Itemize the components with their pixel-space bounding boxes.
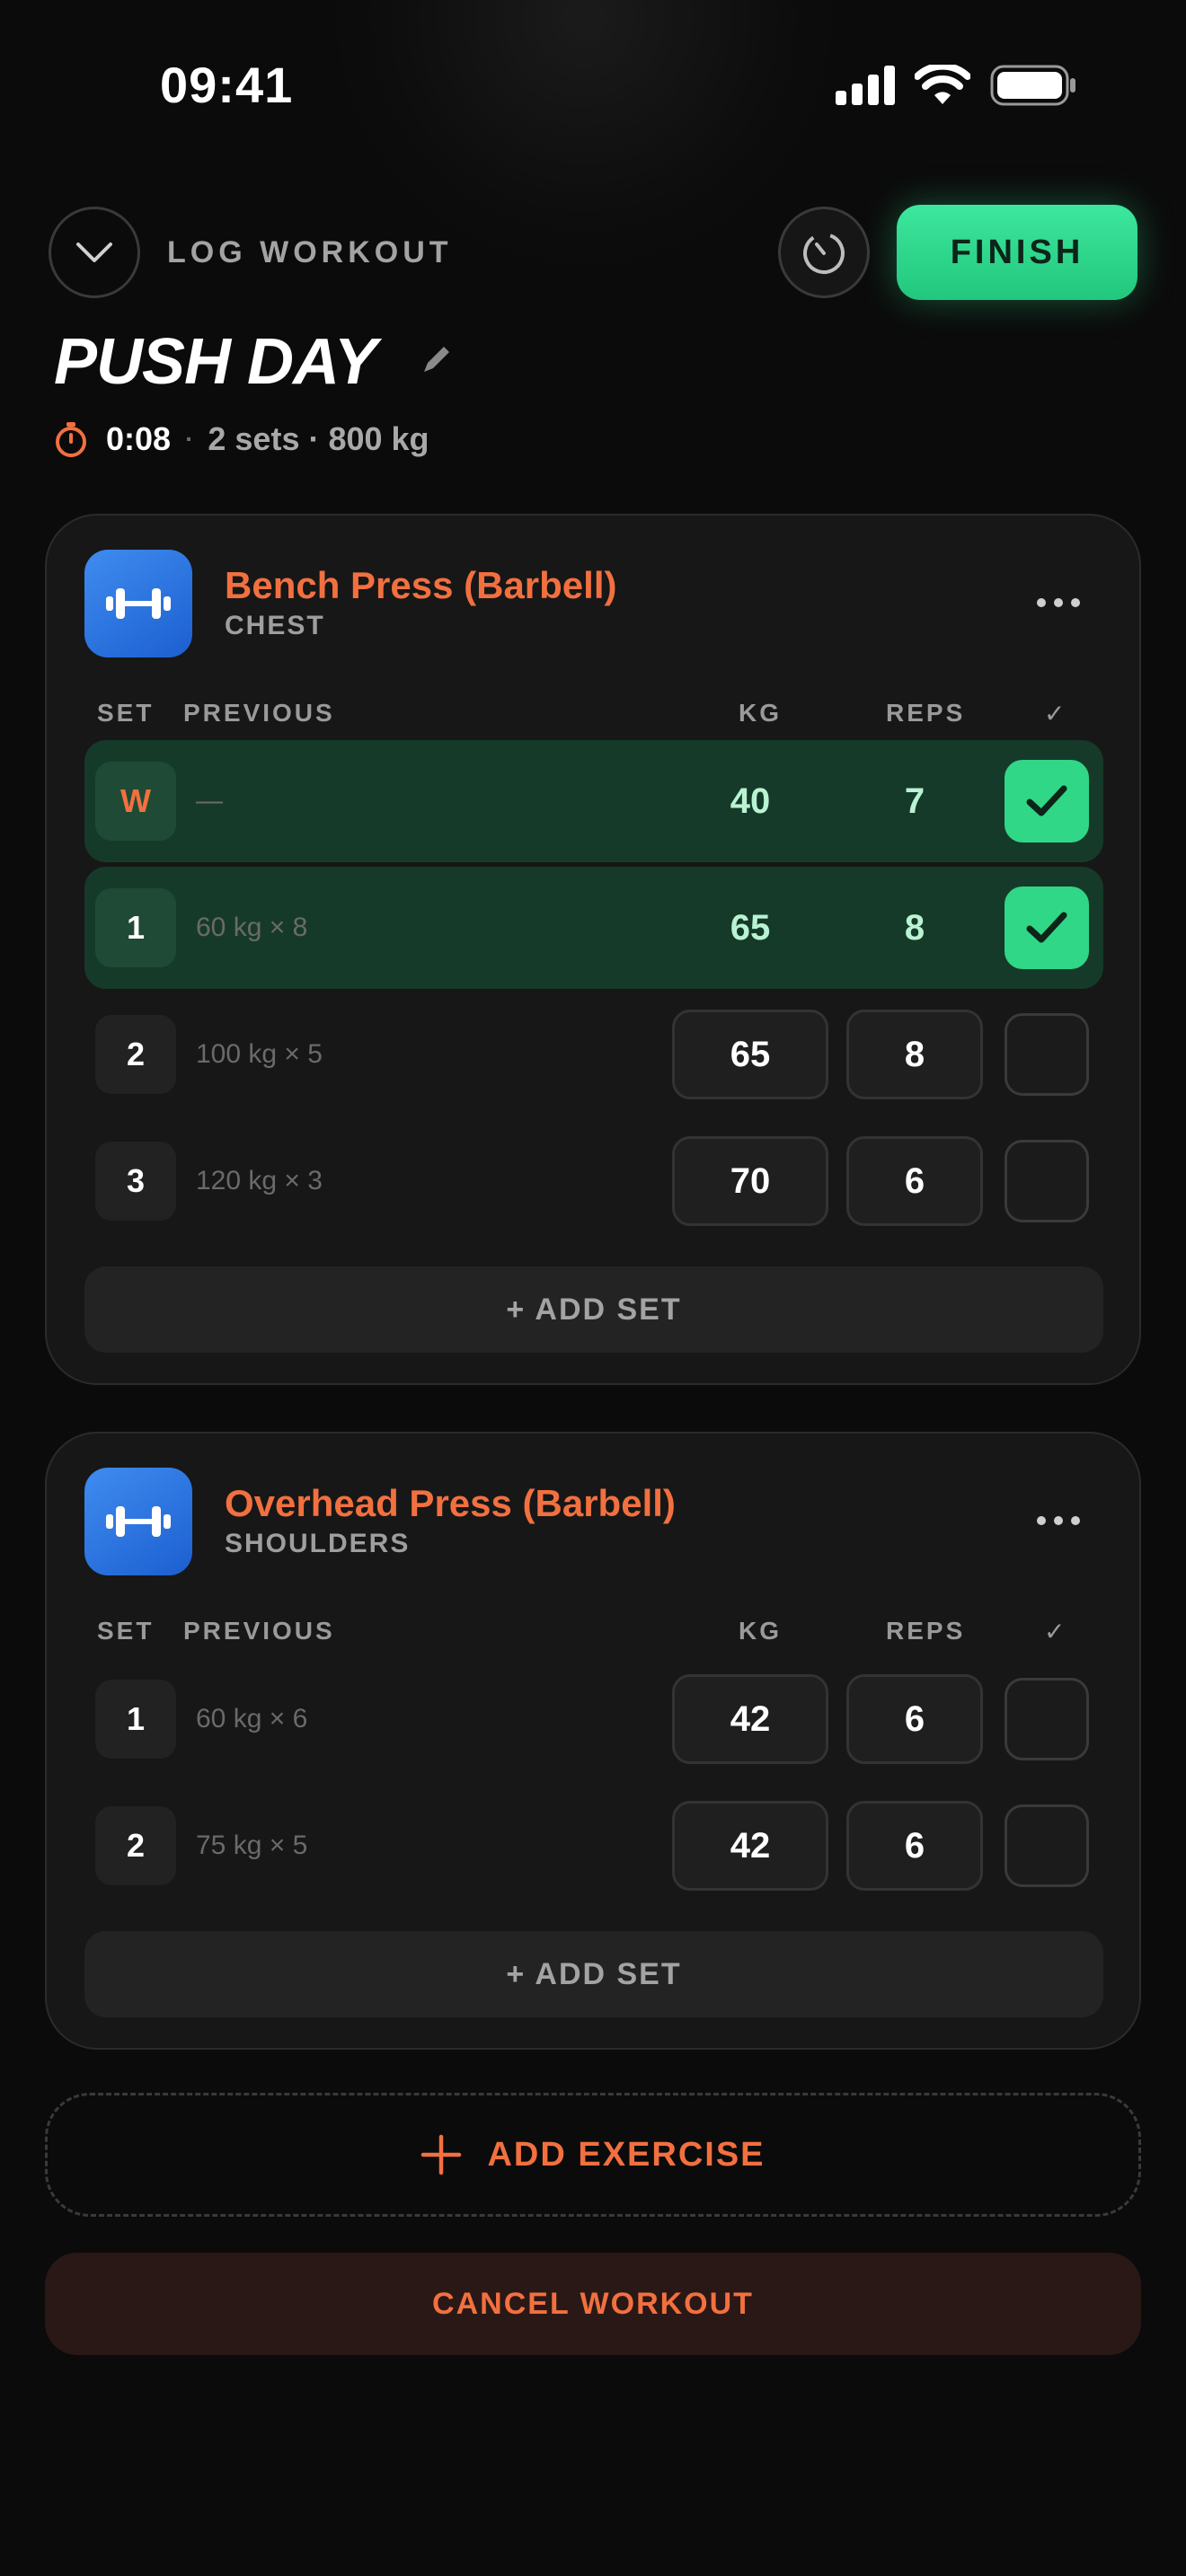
more-options-button[interactable] xyxy=(1037,1516,1080,1525)
reps-input[interactable]: 7 xyxy=(846,756,983,846)
checkmark-icon xyxy=(1026,785,1067,816)
edit-name-button[interactable] xyxy=(419,341,455,382)
set-complete-checkbox[interactable] xyxy=(1005,1804,1089,1887)
set-row: W — 40 7 xyxy=(84,740,1103,862)
more-dot xyxy=(1037,598,1046,607)
set-complete-checkbox[interactable] xyxy=(1005,1140,1089,1222)
set-complete-checkbox[interactable] xyxy=(1005,1013,1089,1096)
set-row: 1 60 kg × 6 42 6 xyxy=(84,1658,1103,1780)
more-dot xyxy=(1071,1516,1080,1525)
reps-input[interactable]: 6 xyxy=(846,1801,983,1891)
dumbbell-icon xyxy=(106,1506,171,1537)
col-header-set: SET xyxy=(97,1617,155,1645)
battery-icon xyxy=(990,65,1075,106)
add-exercise-label: ADD EXERCISE xyxy=(487,2135,766,2174)
previous-value[interactable]: 60 kg × 8 xyxy=(196,867,307,989)
collapse-button[interactable] xyxy=(49,207,140,298)
kg-input[interactable]: 40 xyxy=(672,756,828,846)
col-header-previous: PREVIOUS xyxy=(183,1617,335,1645)
set-row: 2 75 kg × 5 42 6 xyxy=(84,1785,1103,1907)
set-row: 2 100 kg × 5 65 8 xyxy=(84,993,1103,1116)
add-set-button[interactable]: + ADD SET xyxy=(84,1931,1103,2017)
set-row: 1 60 kg × 8 65 8 xyxy=(84,867,1103,989)
previous-value: — xyxy=(196,786,223,816)
exercise-muscle: CHEST xyxy=(225,611,325,640)
finish-button[interactable]: FINISH xyxy=(897,205,1137,300)
kg-input[interactable]: 65 xyxy=(672,883,828,973)
col-header-reps: REPS xyxy=(886,1617,966,1645)
exercise-muscle: SHOULDERS xyxy=(225,1529,411,1558)
exercise-name[interactable]: Overhead Press (Barbell) xyxy=(225,1482,676,1525)
plus-icon xyxy=(421,2134,462,2175)
reps-input[interactable]: 8 xyxy=(846,1010,983,1099)
status-icons xyxy=(836,65,1076,106)
set-type-button[interactable]: 3 xyxy=(95,1142,176,1221)
cancel-workout-button[interactable]: CANCEL WORKOUT xyxy=(45,2253,1141,2355)
add-set-button[interactable]: + ADD SET xyxy=(84,1266,1103,1353)
rest-timer-icon xyxy=(803,233,845,274)
exercise-name[interactable]: Bench Press (Barbell) xyxy=(225,564,617,607)
more-dot xyxy=(1037,1516,1046,1525)
elapsed-time: 0:08 xyxy=(106,420,172,457)
col-header-kg: KG xyxy=(739,1617,782,1645)
col-header-set: SET xyxy=(97,699,155,727)
previous-value[interactable]: 100 kg × 5 xyxy=(196,993,323,1116)
previous-value[interactable]: 75 kg × 5 xyxy=(196,1785,307,1907)
set-type-button[interactable]: 2 xyxy=(95,1806,176,1885)
pencil-icon xyxy=(424,347,449,372)
exercise-thumbnail xyxy=(84,550,192,657)
reps-input[interactable]: 8 xyxy=(846,883,983,973)
exercise-thumbnail xyxy=(84,1468,192,1575)
set-type-button[interactable]: 1 xyxy=(95,1680,176,1759)
set-complete-checkbox[interactable] xyxy=(1005,1678,1089,1760)
add-exercise-button[interactable]: ADD EXERCISE xyxy=(45,2093,1141,2217)
workout-meta: 0:08 · 2 sets · 800 kg xyxy=(54,420,429,458)
page-title: LOG WORKOUT xyxy=(167,235,453,269)
kg-input[interactable]: 42 xyxy=(672,1801,828,1891)
more-dot xyxy=(1071,598,1080,607)
background-glow xyxy=(332,0,836,269)
kg-input[interactable]: 70 xyxy=(672,1136,828,1226)
exercise-card: Bench Press (Barbell) CHEST SET PREVIOUS… xyxy=(45,514,1141,1385)
col-header-done: ✓ xyxy=(1044,1618,1068,1645)
previous-value[interactable]: 60 kg × 6 xyxy=(196,1658,307,1780)
workout-summary: 2 sets · 800 kg xyxy=(208,420,429,457)
workout-name[interactable]: PUSH DAY xyxy=(54,325,377,399)
set-type-button[interactable]: 1 xyxy=(95,888,176,967)
reps-input[interactable]: 6 xyxy=(846,1136,983,1226)
reps-input[interactable]: 6 xyxy=(846,1674,983,1764)
checkmark-icon xyxy=(1026,912,1067,943)
more-dot xyxy=(1054,1516,1063,1525)
col-header-done: ✓ xyxy=(1044,700,1068,728)
more-options-button[interactable] xyxy=(1037,598,1080,607)
set-type-button[interactable]: 2 xyxy=(95,1015,176,1094)
rest-timer-button[interactable] xyxy=(778,207,870,298)
status-time: 09:41 xyxy=(160,57,294,113)
stopwatch-icon xyxy=(56,422,86,457)
dumbbell-icon xyxy=(106,588,171,619)
previous-value[interactable]: 120 kg × 3 xyxy=(196,1120,323,1242)
set-type-button[interactable]: W xyxy=(95,762,176,841)
meta-separator: · xyxy=(185,425,194,453)
col-header-reps: REPS xyxy=(886,699,966,727)
chevron-down-icon xyxy=(76,243,112,262)
set-complete-checkbox[interactable] xyxy=(1005,887,1089,969)
kg-input[interactable]: 42 xyxy=(672,1674,828,1764)
cellular-signal-icon xyxy=(836,66,895,105)
col-header-kg: KG xyxy=(739,699,782,727)
kg-input[interactable]: 65 xyxy=(672,1010,828,1099)
set-complete-checkbox[interactable] xyxy=(1005,760,1089,842)
set-row: 3 120 kg × 3 70 6 xyxy=(84,1120,1103,1242)
exercise-card: Overhead Press (Barbell) SHOULDERS SET P… xyxy=(45,1432,1141,2050)
col-header-previous: PREVIOUS xyxy=(183,699,335,727)
more-dot xyxy=(1054,598,1063,607)
wifi-icon xyxy=(915,65,970,104)
